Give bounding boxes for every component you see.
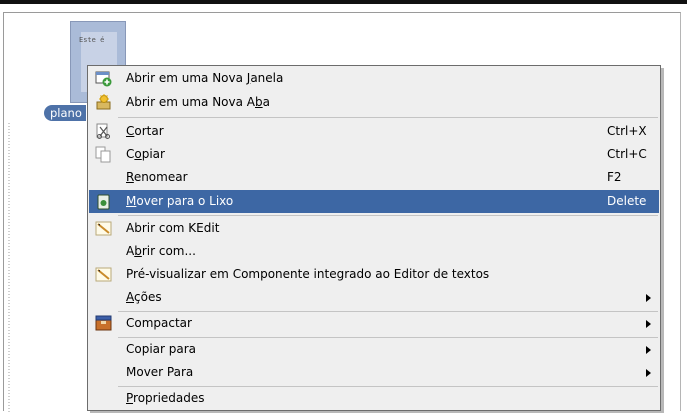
new-window-icon xyxy=(95,70,112,87)
menu-item-properties[interactable]: Propriedades xyxy=(89,387,659,410)
cut-icon xyxy=(95,123,112,140)
menu-item-preview-embedded[interactable]: Pré-visualizar em Componente integrado a… xyxy=(89,263,659,286)
menu-item-label: Mover para o Lixo xyxy=(126,194,234,208)
context-menu: Abrir em uma Nova Janela Abrir em uma No… xyxy=(87,65,661,411)
menu-item-label: Ações xyxy=(126,290,162,304)
menu-item-move-to[interactable]: Mover Para xyxy=(89,361,659,384)
menu-item-shortcut: F2 xyxy=(607,170,622,184)
menu-item-label: Copiar para xyxy=(126,342,197,356)
menu-item-shortcut: Ctrl+X xyxy=(607,124,647,138)
menu-item-label: Pré-visualizar em Componente integrado a… xyxy=(126,267,490,281)
menu-item-label: Abrir em uma Nova Janela xyxy=(126,71,284,85)
menu-item-rename[interactable]: Renomear F2 xyxy=(89,166,659,189)
trash-icon xyxy=(95,193,112,210)
submenu-arrow-icon xyxy=(646,320,651,328)
menu-item-compress[interactable]: Compactar xyxy=(89,312,659,335)
menu-item-label: Cortar xyxy=(126,124,164,138)
submenu-arrow-icon xyxy=(646,369,651,377)
menu-item-copy-to[interactable]: Copiar para xyxy=(89,338,659,361)
file-name-label[interactable]: plano xyxy=(44,105,86,121)
menu-item-open-with-kedit[interactable]: Abrir com KEdit xyxy=(89,217,659,240)
menu-item-shortcut: Delete xyxy=(607,194,647,208)
menu-item-label: Abrir com... xyxy=(126,244,196,258)
menu-item-label: Abrir em uma Nova Aba xyxy=(126,95,270,109)
preview-editor-icon xyxy=(95,266,112,283)
menu-item-label: Renomear xyxy=(126,170,188,184)
copy-icon xyxy=(95,146,112,163)
menu-separator xyxy=(118,215,658,216)
submenu-arrow-icon xyxy=(646,346,651,354)
submenu-arrow-icon xyxy=(646,294,651,302)
menu-item-label: Abrir com KEdit xyxy=(126,221,220,235)
menu-item-open-with[interactable]: Abrir com... xyxy=(89,240,659,263)
menu-item-label: Propriedades xyxy=(126,391,205,405)
menu-item-cut[interactable]: Cortar Ctrl+X xyxy=(89,120,659,143)
menu-item-actions[interactable]: Ações xyxy=(89,286,659,309)
menu-item-label: Copiar xyxy=(126,147,165,161)
compress-icon xyxy=(95,315,112,332)
menu-item-shortcut: Ctrl+C xyxy=(607,147,647,161)
menu-separator xyxy=(118,117,658,118)
menu-item-copy[interactable]: Copiar Ctrl+C xyxy=(89,143,659,166)
menu-item-move-to-trash[interactable]: Mover para o Lixo Delete xyxy=(89,190,659,213)
menu-item-label: Compactar xyxy=(126,316,192,330)
menu-item-label: Mover Para xyxy=(126,365,194,379)
view-left-border xyxy=(8,123,10,413)
menu-item-open-new-window[interactable]: Abrir em uma Nova Janela xyxy=(89,67,659,90)
new-tab-icon xyxy=(95,94,112,111)
kedit-icon xyxy=(95,220,112,237)
menu-item-open-new-tab[interactable]: Abrir em uma Nova Aba xyxy=(89,91,659,114)
file-thumbnail-text: Este é xyxy=(79,36,105,44)
